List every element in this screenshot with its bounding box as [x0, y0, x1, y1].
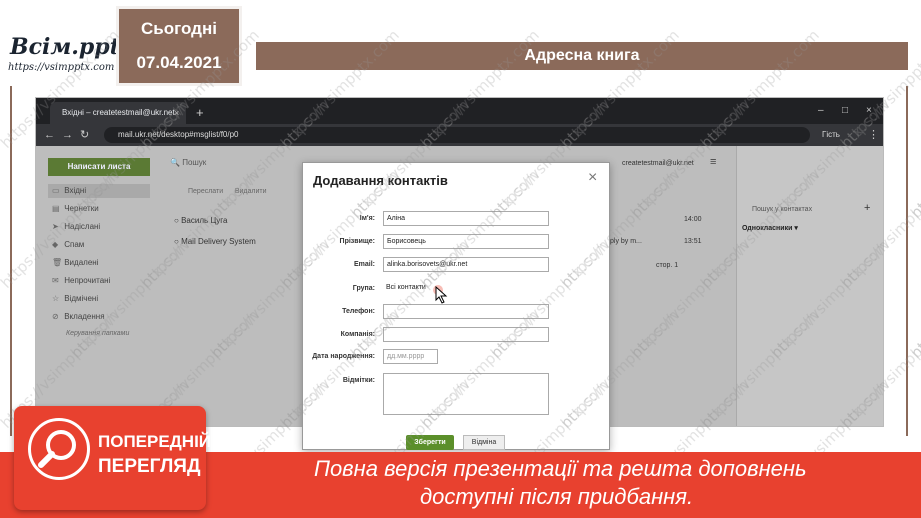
message-sender: Василь Цуга	[181, 216, 228, 225]
preview-title-line2: ПЕРЕГЛЯД	[98, 456, 201, 477]
minimize-icon[interactable]: –	[818, 102, 824, 120]
sidebar-item-folder[interactable]: ▤ Чернетки	[52, 204, 99, 213]
group-select[interactable]: Всі контакти	[383, 281, 549, 296]
address-bar[interactable]: mail.ukr.net/desktop#msglist/f0/p0	[104, 127, 810, 143]
name-label: Ім'я:	[359, 215, 375, 222]
browser-toolbar: ← → ↻ mail.ukr.net/desktop#msglist/f0/p0…	[36, 124, 883, 146]
sidebar-item-label: Надіслані	[62, 222, 101, 231]
phone-label: Телефон:	[342, 308, 375, 315]
sidebar-item-folder[interactable]: ✉ Непрочитані	[52, 276, 110, 285]
birthdate-field[interactable]: дд.мм.рррр	[383, 349, 438, 364]
message-row[interactable]: ○ Василь Цуга	[174, 216, 227, 225]
sent-icon: ➤	[52, 222, 59, 231]
guest-profile[interactable]: Гість	[822, 127, 840, 143]
sidebar-item-label: Відмічені	[62, 294, 99, 303]
watermark-text: https://vsimpptx.com	[907, 236, 921, 362]
dialog-title: Додавання контактів	[313, 173, 448, 188]
sidebar-item-folder[interactable]: ⊘ Вкладення	[52, 312, 105, 321]
sidebar-item-label: Непрочитані	[62, 276, 111, 285]
sidebar-item-folder[interactable]: ▭ Вхідні	[52, 186, 86, 195]
banner-text-line2: доступні після придбання.	[420, 484, 694, 509]
save-button[interactable]: Зберегти	[406, 435, 454, 450]
company-label: Компанія:	[340, 331, 375, 338]
window-close-icon[interactable]: ×	[866, 102, 872, 120]
tab-close-icon[interactable]: ×	[174, 102, 179, 124]
date-box: Сьогодні 07.04.2021	[116, 6, 242, 86]
menu-dots-icon[interactable]: ⋮	[868, 127, 879, 143]
sidebar-item-folder[interactable]: 🗑 Видалені	[52, 258, 98, 267]
logo: Всім.pptx https://vsimpptx.com	[0, 0, 133, 86]
compose-button[interactable]: Написати листа	[48, 158, 150, 176]
add-contact-dialog: Додавання контактів × Ім'я: Аліна Прізви…	[302, 162, 610, 450]
group-label: Група:	[352, 285, 375, 292]
maximize-icon[interactable]: □	[842, 102, 848, 120]
sidebar-item-label: Видалені	[62, 258, 99, 267]
mail-search-placeholder: Пошук	[182, 158, 207, 167]
reload-icon[interactable]: ↻	[80, 127, 89, 143]
add-contact-icon[interactable]: +	[864, 202, 870, 214]
spam-icon: ◆	[52, 240, 59, 249]
menu-icon[interactable]: ≡	[710, 156, 716, 168]
slide: Всім.pptx https://vsimpptx.com Сьогодні …	[0, 0, 921, 518]
preview-title-line1: ПОПЕРЕДНІЙ	[98, 432, 212, 451]
unread-icon: ✉	[52, 276, 59, 285]
contacts-search-input[interactable]: Пошук у контактах	[752, 206, 812, 213]
name-field[interactable]: Аліна	[383, 211, 549, 226]
sidebar-item-folder[interactable]: ◆ Спам	[52, 240, 84, 249]
contacts-panel	[736, 146, 883, 426]
forward-action[interactable]: Переслати	[188, 188, 223, 195]
list-header: Переслати Видалити	[188, 188, 267, 195]
frame-line-left	[10, 86, 12, 436]
frame-line-right	[906, 86, 908, 436]
message-sender: Mail Delivery System	[181, 237, 256, 246]
message-snippet: ply by m...	[610, 238, 642, 245]
date-label: 07.04.2021	[136, 53, 222, 72]
close-icon[interactable]: ×	[588, 169, 597, 187]
browser-tab[interactable]: Вхідні – createtestmail@ukr.net	[50, 102, 186, 124]
mouse-pointer-icon	[433, 285, 448, 304]
star-icon: ☆	[52, 294, 60, 303]
notes-label: Відмітки:	[342, 377, 375, 384]
sidebar-item-folder[interactable]: ➤ Надіслані	[52, 222, 100, 231]
email-label: Email:	[353, 261, 375, 268]
page-indicator: стор. 1	[656, 262, 679, 269]
sidebar-item-label: Чернетки	[62, 204, 99, 213]
cancel-button[interactable]: Відміна	[463, 435, 505, 450]
mail-search-input[interactable]: 🔍 Пошук	[170, 158, 206, 167]
sidebar-item-label: Спам	[62, 240, 85, 249]
attach-icon: ⊘	[52, 312, 59, 321]
surname-field[interactable]: Борисовець	[383, 234, 549, 249]
message-row[interactable]: ○ Mail Delivery System	[174, 237, 256, 246]
slide-title: Адресна книга	[256, 42, 908, 70]
phone-field[interactable]	[383, 304, 549, 319]
manage-folders-link[interactable]: Керування папками	[66, 330, 129, 337]
inbox-icon: ▭	[52, 186, 60, 195]
forward-icon[interactable]: →	[62, 127, 73, 143]
sidebar-item-label: Вкладення	[62, 312, 105, 321]
surname-label: Прізвище:	[339, 238, 375, 245]
sidebar-item-label: Вхідні	[62, 186, 87, 195]
account-email[interactable]: createtestmail@ukr.net	[622, 160, 694, 167]
logo-url: https://vsimpptx.com	[8, 62, 115, 73]
watermark-text: https://vsimpptx.com	[907, 96, 921, 222]
company-field[interactable]	[383, 327, 549, 342]
banner-text-line1: Повна версія презентації та решта доповн…	[314, 456, 807, 481]
trash-icon: 🗑	[52, 258, 63, 267]
delete-action[interactable]: Видалити	[235, 188, 267, 195]
today-label: Сьогодні	[141, 19, 217, 38]
contacts-group-select[interactable]: Однокласники ▾	[742, 224, 798, 232]
draft-icon: ▤	[52, 204, 60, 213]
logo-title: Всім.pptx	[10, 34, 133, 60]
tab-strip: Вхідні – createtestmail@ukr.net × + – □ …	[36, 98, 883, 124]
birthdate-label: Дата народження:	[312, 353, 375, 360]
new-tab-icon[interactable]: +	[196, 102, 204, 124]
message-time: 14:00	[684, 216, 702, 223]
notes-field[interactable]	[383, 373, 549, 415]
message-time: 13:51	[684, 238, 702, 245]
magnifier-icon	[28, 418, 90, 480]
email-field[interactable]: alinka.borisovets@ukr.net	[383, 257, 549, 272]
back-icon[interactable]: ←	[44, 127, 55, 143]
sidebar-item-folder[interactable]: ☆ Відмічені	[52, 294, 98, 303]
